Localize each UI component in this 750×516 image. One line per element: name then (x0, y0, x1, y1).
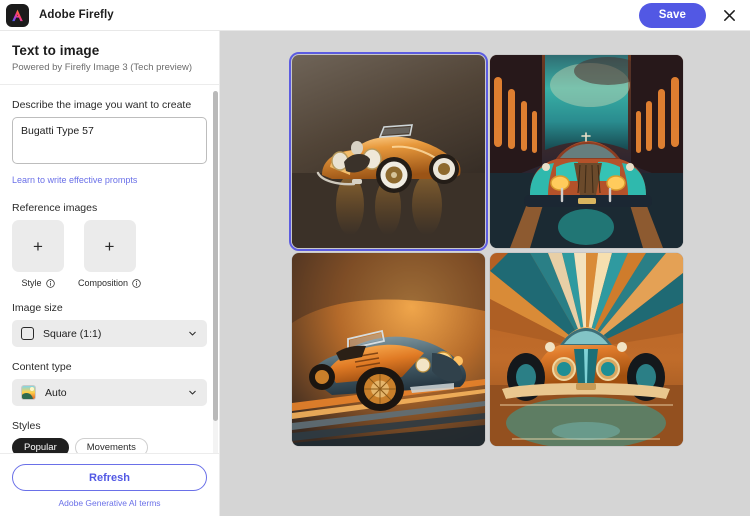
prompt-label: Describe the image you want to create (12, 99, 207, 111)
style-caption: Style (21, 278, 54, 288)
chevron-down-icon (187, 387, 198, 398)
panel-scrollbar[interactable] (213, 91, 218, 453)
refresh-button[interactable]: Refresh (12, 464, 207, 491)
title-bar: Adobe Firefly Save (0, 0, 750, 31)
square-icon (21, 327, 34, 340)
plus-icon: + (33, 238, 43, 255)
content-type-select[interactable]: Auto (12, 379, 207, 406)
styles-tab-movements[interactable]: Movements (75, 438, 148, 453)
prompt-help-link[interactable]: Learn to write effective prompts (12, 175, 137, 185)
page-title: Text to image (12, 43, 207, 58)
image-size-select[interactable]: Square (1:1) (12, 320, 207, 347)
content-type-label: Content type (12, 361, 207, 373)
info-icon[interactable] (46, 279, 55, 288)
page-subtitle: Powered by Firefly Image 3 (Tech preview… (12, 62, 207, 73)
close-icon[interactable] (719, 5, 739, 25)
styles-tabs: Popular Movements Themes (12, 438, 207, 453)
panel-scrollbar-thumb[interactable] (213, 91, 218, 421)
content-type-value: Auto (45, 387, 67, 399)
prompt-input[interactable] (12, 117, 207, 164)
settings-panel: Text to image Powered by Firefly Image 3… (0, 31, 220, 516)
add-composition-reference-button[interactable]: + (84, 220, 136, 272)
plus-icon: + (105, 238, 115, 255)
styles-tab-popular[interactable]: Popular (12, 438, 69, 453)
panel-footer: Refresh Adobe Generative AI terms (0, 453, 219, 516)
photo-thumbnail-icon (21, 385, 36, 400)
style-label: Style (21, 278, 41, 288)
reference-images-row: + Style + (12, 220, 207, 288)
save-button[interactable]: Save (639, 3, 706, 28)
image-size-label: Image size (12, 302, 207, 314)
composition-caption: Composition (78, 278, 141, 288)
body: Text to image Powered by Firefly Image 3… (0, 31, 750, 516)
reference-image-style: + Style (12, 220, 64, 288)
firefly-logo-icon (6, 4, 29, 27)
result-image-3[interactable] (292, 253, 485, 446)
result-image-4[interactable] (490, 253, 683, 446)
composition-label: Composition (78, 278, 128, 288)
info-icon[interactable] (132, 279, 141, 288)
result-image-1[interactable] (292, 55, 485, 248)
result-image-2[interactable] (490, 55, 683, 248)
reference-image-composition: + Composition (78, 220, 141, 288)
chevron-down-icon (187, 328, 198, 339)
title-bar-actions: Save (639, 3, 739, 28)
app-window: Adobe Firefly Save Text to image Powered… (0, 0, 750, 516)
panel-header: Text to image Powered by Firefly Image 3… (0, 31, 219, 85)
results-canvas (220, 31, 750, 516)
styles-label: Styles (12, 420, 207, 432)
reference-images-label: Reference images (12, 202, 207, 214)
image-size-value: Square (1:1) (43, 328, 101, 340)
generative-ai-terms-link[interactable]: Adobe Generative AI terms (12, 498, 207, 508)
panel-scroll-area: Describe the image you want to create Le… (0, 85, 219, 453)
results-grid (292, 55, 683, 446)
add-style-reference-button[interactable]: + (12, 220, 64, 272)
app-title: Adobe Firefly (39, 9, 114, 21)
